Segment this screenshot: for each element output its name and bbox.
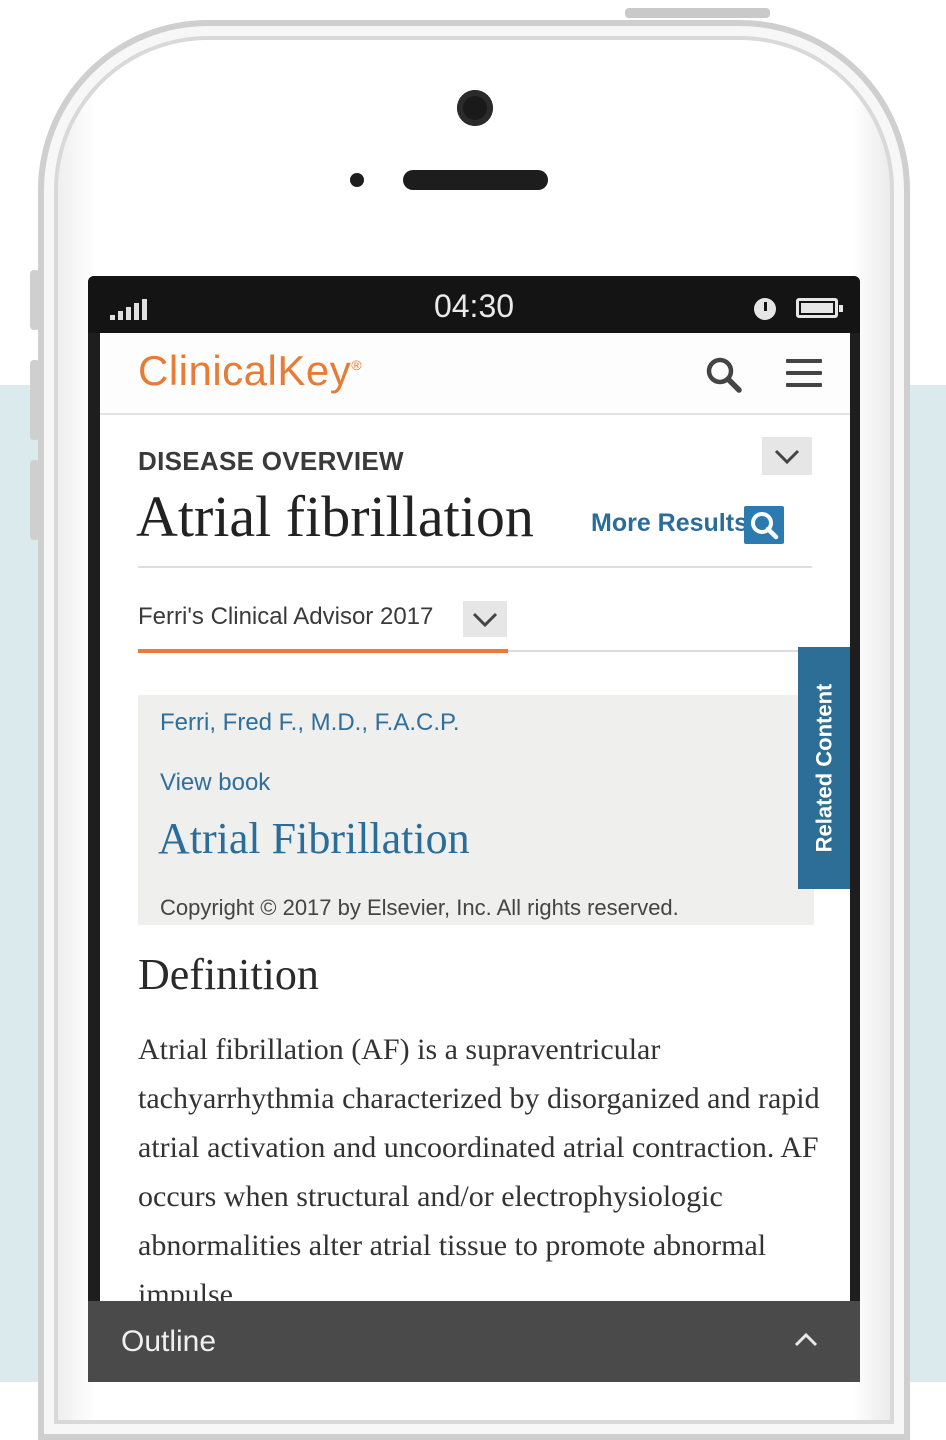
chapter-title: Atrial Fibrillation <box>158 814 470 863</box>
search-button[interactable] <box>704 355 744 395</box>
hamburger-menu-icon[interactable] <box>786 359 822 391</box>
section-label: DISEASE OVERVIEW <box>138 446 404 476</box>
phone-mute-switch <box>30 270 40 330</box>
outline-toggle[interactable] <box>788 1327 824 1351</box>
app-header: ClinicalKey® <box>100 333 850 415</box>
app-content: ClinicalKey® DISEASE OVERVIEW Atrial fib… <box>100 333 850 1382</box>
related-content-tab[interactable]: Related Content <box>798 647 850 889</box>
phone-volume-up <box>30 360 40 440</box>
more-results-link[interactable]: More Results <box>591 509 748 538</box>
status-time: 04:30 <box>433 288 515 324</box>
phone-volume-down <box>30 460 40 540</box>
more-results-button[interactable] <box>744 506 784 544</box>
definition-body: Atrial fibrillation (AF) is a supraventr… <box>138 1033 820 1311</box>
proximity-sensor <box>350 173 364 187</box>
chevron-down-icon <box>774 449 800 465</box>
outline-label: Outline <box>121 1325 217 1358</box>
logo-text: ClinicalKey <box>138 347 352 394</box>
chevron-up-icon <box>794 1332 818 1347</box>
copyright-notice: Copyright © 2017 by Elsevier, Inc. All r… <box>160 895 679 920</box>
source-dropdown-button[interactable] <box>463 601 507 637</box>
phone-screen: 04:30 ClinicalKey® DISEASE OVERVIEW Atri… <box>88 276 860 1382</box>
earpiece-speaker <box>403 170 548 190</box>
clock-icon <box>754 298 776 320</box>
active-tab-indicator <box>138 649 508 653</box>
clinicalkey-logo[interactable]: ClinicalKey® <box>138 347 362 395</box>
phone-power-button <box>625 8 770 18</box>
related-content-label: Related Content <box>811 683 836 853</box>
definition-heading: Definition <box>138 950 319 999</box>
outline-bar[interactable]: Outline <box>88 1301 860 1382</box>
collapse-toggle-button[interactable] <box>762 437 812 475</box>
front-camera <box>457 90 493 126</box>
search-icon <box>706 357 742 393</box>
source-selector[interactable]: Ferri's Clinical Advisor 2017 <box>138 603 433 631</box>
book-info-card: Ferri, Fred F., M.D., F.A.C.P. View book… <box>138 695 814 925</box>
view-book-link[interactable]: View book <box>160 769 270 797</box>
chevron-down-icon <box>472 612 498 628</box>
author-name[interactable]: Ferri, Fred F., M.D., F.A.C.P. <box>160 709 460 737</box>
search-icon <box>751 512 779 540</box>
divider <box>138 566 812 568</box>
page-title: Atrial fibrillation <box>136 484 534 549</box>
tab-rule <box>508 650 812 652</box>
logo-mark: ® <box>351 357 363 373</box>
status-bar: 04:30 <box>88 276 860 333</box>
battery-icon <box>796 298 843 318</box>
